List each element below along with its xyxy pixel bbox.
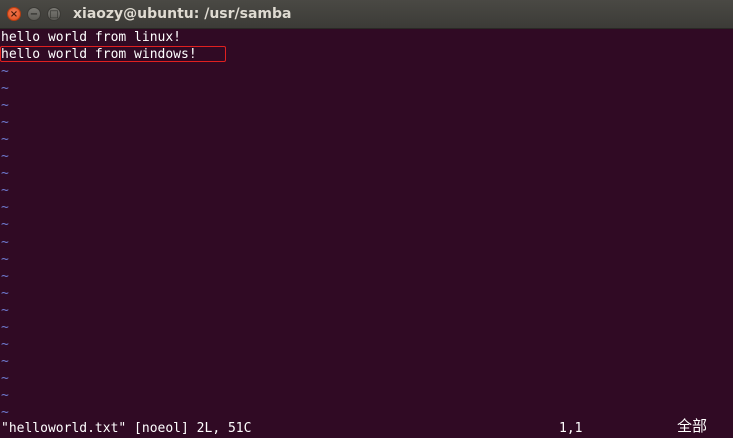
tilde-marker: ~ [1, 200, 9, 216]
tilde-marker: ~ [1, 336, 9, 352]
terminal-window: × − □ xiaozy@ubuntu: /usr/samba hello wo… [0, 0, 733, 438]
tilde-marker: ~ [1, 285, 9, 301]
tilde-marker: ~ [1, 132, 9, 148]
highlight-annotation-box [0, 46, 226, 62]
tilde-marker: ~ [1, 81, 9, 97]
tilde-marker: ~ [1, 387, 9, 403]
window-title: xiaozy@ubuntu: /usr/samba [73, 6, 292, 22]
tilde-marker: ~ [1, 183, 9, 199]
tilde-marker: ~ [1, 166, 9, 182]
terminal-content[interactable]: hello world from linux! hello world from… [0, 29, 733, 438]
tilde-marker: ~ [1, 251, 9, 267]
editor-line-1: hello world from linux! [1, 30, 182, 45]
status-file-info: "helloworld.txt" [noeol] 2L, 51C [1, 421, 252, 436]
tilde-marker: ~ [1, 149, 9, 165]
tilde-marker: ~ [1, 353, 9, 369]
tilde-marker: ~ [1, 64, 9, 79]
tilde-marker: ~ [1, 370, 9, 386]
close-icon[interactable]: × [7, 7, 21, 21]
tilde-marker: ~ [1, 234, 9, 250]
tilde-marker: ~ [1, 115, 9, 131]
maximize-icon[interactable]: □ [47, 7, 61, 21]
tilde-marker: ~ [1, 217, 9, 233]
status-cursor-position: 1,1 [559, 421, 583, 436]
tilde-marker: ~ [1, 268, 9, 284]
tilde-marker: ~ [1, 98, 9, 114]
title-bar[interactable]: × − □ xiaozy@ubuntu: /usr/samba [0, 0, 733, 29]
tilde-marker: ~ [1, 405, 9, 420]
minimize-icon[interactable]: − [27, 7, 41, 21]
status-scroll-indicator: 全部 [677, 417, 708, 435]
tilde-marker: ~ [1, 302, 9, 318]
tilde-marker: ~ [1, 319, 9, 335]
